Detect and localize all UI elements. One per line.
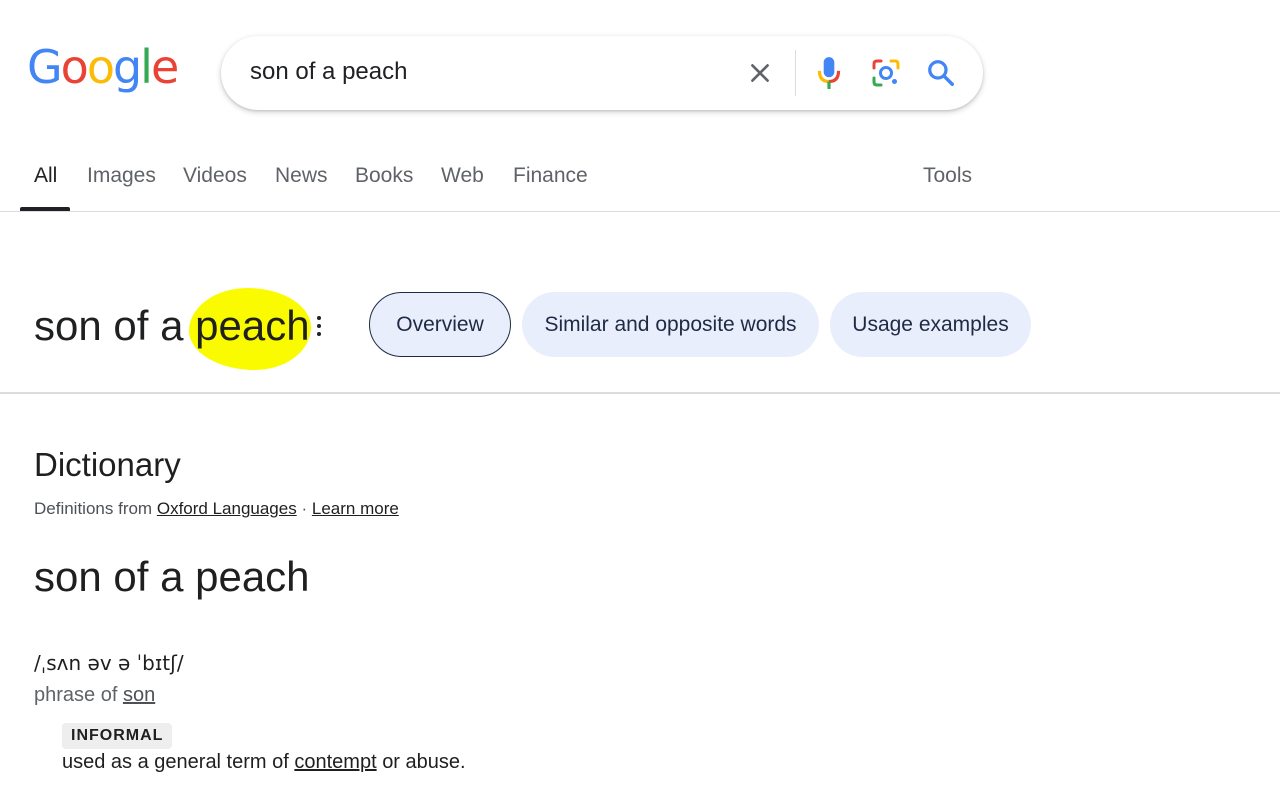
logo-letter: e (150, 40, 179, 94)
definition-link-contempt[interactable]: contempt (294, 751, 376, 773)
phrase-link-son[interactable]: son (123, 684, 155, 706)
dictionary-source: Definitions from Oxford Languages · Lear… (34, 499, 399, 519)
close-icon[interactable] (741, 54, 779, 92)
header: Google (0, 0, 1280, 130)
search-icon[interactable] (922, 54, 960, 92)
tab-books[interactable]: Books (355, 164, 413, 188)
phrase-origin: phrase of son (34, 684, 155, 707)
definition-text: used as a general term of contempt or ab… (62, 751, 466, 774)
source-separator: · (301, 499, 308, 518)
tab-finance[interactable]: Finance (513, 164, 588, 188)
pronunciation: /ˌsʌn əv ə ˈbɪtʃ/ (34, 651, 184, 675)
tab-news[interactable]: News (275, 164, 328, 188)
search-tabs: All Images Videos News Books Web Finance… (0, 150, 1280, 212)
chip-usage-examples[interactable]: Usage examples (830, 292, 1031, 357)
headword: son of a peach (34, 553, 310, 600)
register-badge: INFORMAL (62, 723, 173, 749)
phrase-prefix: phrase of (34, 684, 118, 706)
tab-all[interactable]: All (34, 164, 57, 188)
tab-videos[interactable]: Videos (183, 164, 247, 188)
chip-similar-opposite-words[interactable]: Similar and opposite words (522, 292, 819, 357)
search-box (221, 36, 983, 110)
learn-more-link[interactable]: Learn more (312, 499, 399, 518)
search-divider (795, 50, 796, 96)
logo-letter: o (86, 40, 115, 94)
active-tab-indicator (20, 207, 70, 211)
tools-button[interactable]: Tools (923, 164, 972, 188)
logo-letter: G (27, 40, 63, 94)
tab-images[interactable]: Images (87, 164, 156, 188)
lens-icon[interactable] (867, 54, 905, 92)
google-logo[interactable]: Google (27, 40, 179, 94)
definition-prefix: used as a general term of (62, 751, 289, 773)
chip-overview[interactable]: Overview (369, 292, 511, 357)
logo-letter: l (140, 40, 153, 94)
source-prefix: Definitions from (34, 499, 153, 518)
more-options-icon[interactable] (309, 313, 329, 339)
dictionary-title: Dictionary (34, 446, 181, 483)
term-highlighted-word: peach (189, 288, 312, 370)
term-title: son of a peach (34, 288, 312, 370)
term-prefix: son of a (34, 302, 184, 349)
tab-web[interactable]: Web (441, 164, 484, 188)
logo-letter: g (112, 40, 142, 94)
oxford-languages-link[interactable]: Oxford Languages (157, 499, 297, 518)
term-header: son of a peach Overview Similar and oppo… (0, 212, 1280, 394)
definition-suffix: or abuse. (382, 751, 466, 773)
microphone-icon[interactable] (810, 54, 848, 92)
search-input[interactable] (250, 58, 730, 86)
logo-letter: o (60, 40, 89, 94)
